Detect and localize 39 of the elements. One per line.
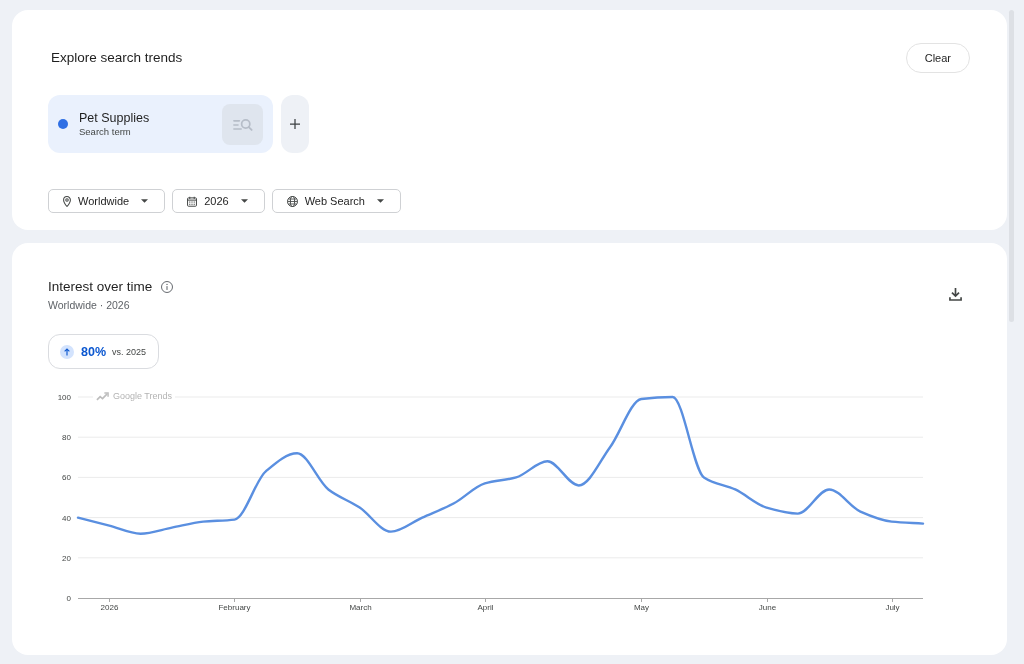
caret-icon [240,199,248,203]
download-icon[interactable] [949,287,962,301]
info-icon[interactable] [161,281,174,293]
trend-icon [96,391,109,401]
x-axis-label: 2026 [100,603,119,612]
globe-icon [286,195,298,207]
caret-icon [376,199,384,203]
term-label: Pet Supplies [79,110,150,126]
interest-title: Interest over time [48,278,153,296]
x-axis-label: April [477,603,494,612]
x-axis-label: June [758,603,777,612]
add-term-button[interactable] [281,95,309,153]
y-axis-label: 80 [62,433,71,443]
x-axis-label: February [218,603,251,612]
x-axis-label: July [885,603,900,612]
y-axis-label: 40 [62,513,71,523]
filter-dropdown[interactable]: 2026 [172,189,265,213]
term-type-label: Search term [79,126,131,138]
list-search-icon [232,116,253,132]
caret-icon [141,199,149,203]
filter-dropdown[interactable]: Worldwide [48,189,166,213]
change-value: 80% [81,344,107,359]
comparison-label: vs. 2025 [112,346,147,357]
interest-subtitle: Worldwide · 2026 [48,298,130,312]
calendar-icon [187,195,198,207]
explore-title: Explore search trends [51,49,183,67]
x-axis-label: March [349,603,372,612]
y-axis-label: 100 [57,393,71,402]
search-term-chip[interactable]: Pet Supplies Search term [48,95,273,153]
clear-button[interactable]: Clear [905,43,970,73]
y-axis-label: 60 [62,473,71,483]
y-axis-label: 20 [62,553,71,563]
term-options-button[interactable] [222,103,263,145]
y-axis-label: 0 [66,594,71,603]
filter-dropdown[interactable]: Web Search [271,189,401,213]
x-axis-label: May [633,603,650,612]
plus-icon [290,119,300,129]
chart-brand-label: Google Trends [113,390,173,402]
location-pin-icon [63,195,71,207]
